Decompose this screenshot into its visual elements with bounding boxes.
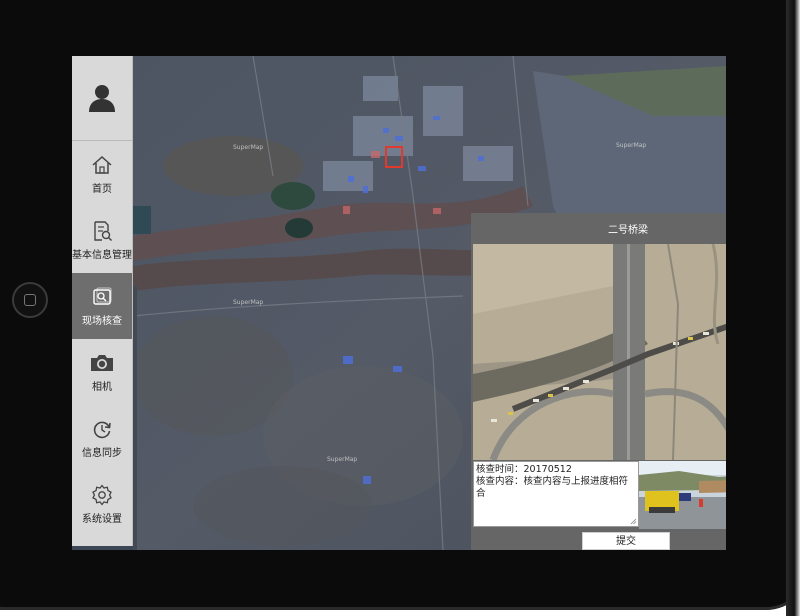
camera-icon — [91, 355, 113, 371]
sidebar-item-label: 基本信息管理 — [72, 250, 132, 261]
submit-button[interactable]: 提交 — [582, 532, 670, 550]
sidebar-item-camera[interactable]: 相机 — [72, 339, 132, 405]
sidebar-item-sync[interactable]: 信息同步 — [72, 405, 132, 471]
sidebar: 首页 基本信息管理 现场核查 相机 信息同步 系统设置 — [72, 56, 133, 546]
avatar-area — [72, 56, 132, 141]
sidebar-item-site-check[interactable]: 现场核查 — [72, 273, 132, 339]
inspection-time-row: 核查时间：20170512 — [476, 464, 636, 476]
map-watermark: SuperMap — [616, 142, 647, 149]
map-watermark: SuperMap — [233, 144, 264, 151]
popup-header: 二号桥梁 — [471, 213, 726, 243]
resize-grip-icon[interactable] — [630, 518, 637, 525]
tablet-edge — [786, 0, 800, 616]
sidebar-item-label: 系统设置 — [82, 514, 122, 525]
photo-check-icon — [93, 287, 112, 305]
content-label: 核查内容： — [476, 476, 524, 487]
satellite-map[interactable]: SuperMap SuperMap SuperMap SuperMap 二号桥梁 — [133, 56, 726, 550]
inspection-info[interactable]: 核查时间：20170512 核查内容：核查内容与上报进度相符合 — [473, 461, 639, 527]
home-icon — [92, 155, 112, 174]
map-watermark: SuperMap — [327, 456, 358, 463]
sync-icon — [93, 421, 111, 439]
document-search-icon — [94, 221, 113, 242]
map-watermark: SuperMap — [233, 299, 264, 306]
user-avatar-icon[interactable] — [86, 82, 118, 114]
inspection-content-row: 核查内容：核查内容与上报进度相符合 — [476, 476, 636, 500]
sidebar-item-label: 相机 — [92, 382, 112, 393]
sidebar-item-basic-info[interactable]: 基本信息管理 — [72, 207, 132, 273]
gear-icon — [92, 484, 112, 506]
app-screen: SuperMap SuperMap SuperMap SuperMap 二号桥梁 — [72, 56, 726, 550]
sidebar-item-home[interactable]: 首页 — [72, 141, 132, 207]
home-hardware-button[interactable] — [12, 282, 48, 318]
sidebar-item-label: 信息同步 — [82, 448, 122, 459]
inspection-popup: 二号桥梁 核查时间：20170512 核查内容：核查内容与上报进度相符合 提交 — [471, 213, 726, 550]
sidebar-item-label: 现场核查 — [82, 316, 122, 327]
location-marker[interactable] — [385, 146, 403, 168]
popup-title: 二号桥梁 — [608, 225, 648, 236]
bridge-aerial-photo[interactable] — [473, 244, 726, 460]
site-thumbnail-photo[interactable] — [639, 461, 726, 529]
time-value: 20170512 — [523, 464, 572, 475]
sidebar-item-settings[interactable]: 系统设置 — [72, 471, 132, 537]
time-label: 核查时间： — [476, 464, 524, 475]
sidebar-item-label: 首页 — [92, 184, 112, 195]
